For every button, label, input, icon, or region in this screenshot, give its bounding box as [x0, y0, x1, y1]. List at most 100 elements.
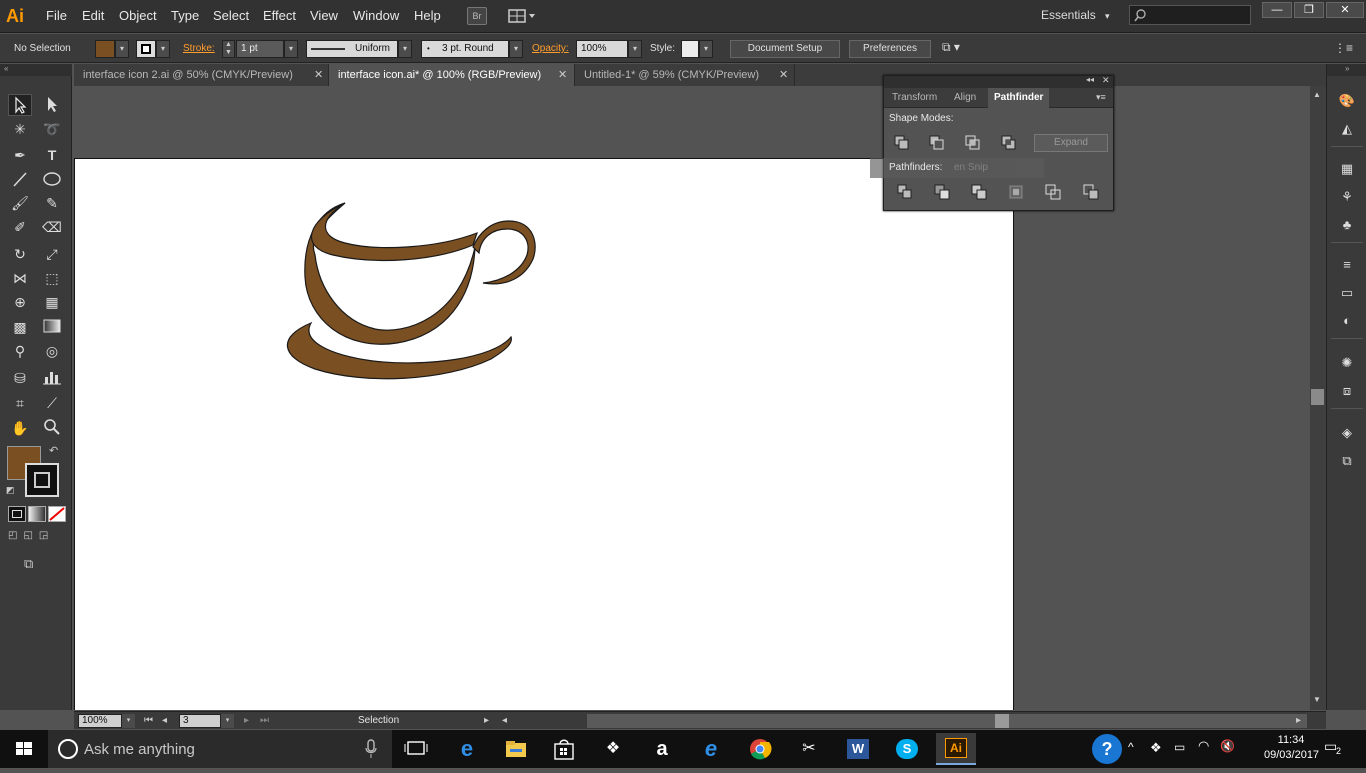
shape-builder-tool-icon[interactable]: ⊕: [8, 291, 32, 313]
stroke-weight-stepper[interactable]: ▲ ▼: [222, 40, 235, 58]
eraser-tool-icon[interactable]: ⌫: [40, 216, 64, 238]
bridge-button[interactable]: Br: [467, 7, 487, 25]
close-tab-icon[interactable]: ✕: [314, 64, 323, 86]
zoom-level-input[interactable]: 100%: [78, 714, 122, 728]
width-tool-icon[interactable]: ⋈: [8, 267, 32, 289]
file-explorer-icon[interactable]: [496, 733, 536, 765]
shaper-tool-icon[interactable]: ✐: [8, 216, 32, 238]
illustrator-taskbar-icon[interactable]: Ai: [936, 733, 976, 765]
layers-panel-icon[interactable]: ◈: [1338, 424, 1356, 442]
menu-object[interactable]: Object: [119, 8, 157, 23]
swap-fill-stroke-icon[interactable]: ↶: [49, 444, 58, 457]
cortana-search-box[interactable]: Ask me anything: [48, 730, 392, 768]
stroke-weight-dropdown[interactable]: ▾: [284, 40, 298, 58]
slice-tool-icon[interactable]: ⟋: [40, 392, 64, 414]
menu-window[interactable]: Window: [353, 8, 399, 23]
internet-explorer-icon[interactable]: e: [691, 733, 731, 765]
stroke-color-swatch[interactable]: [25, 463, 59, 497]
menu-edit[interactable]: Edit: [82, 8, 104, 23]
opacity-dropdown[interactable]: ▾: [628, 40, 642, 58]
drawing-modes-icon[interactable]: ◰◱◲: [8, 530, 66, 546]
tab-untitled-1[interactable]: Untitled-1* @ 59% (CMYK/Preview) ✕: [575, 64, 795, 86]
wifi-icon[interactable]: ◠: [1198, 738, 1209, 754]
eyedropper-tool-icon[interactable]: ⚲: [8, 340, 32, 362]
artboard-tool-icon[interactable]: ⌗: [8, 392, 32, 414]
exclude-icon[interactable]: [1001, 135, 1017, 151]
arrange-documents-button[interactable]: [507, 7, 537, 25]
arrange-icon[interactable]: ⧉ ▾: [942, 40, 974, 58]
rotate-tool-icon[interactable]: ↻: [8, 243, 32, 265]
direct-selection-tool-icon[interactable]: [40, 94, 64, 116]
show-hidden-icons-icon[interactable]: ^: [1128, 740, 1134, 754]
vertical-scrollbar[interactable]: ▲ ▼: [1310, 86, 1326, 710]
artboard[interactable]: [74, 158, 1014, 710]
fill-dropdown[interactable]: ▾: [115, 40, 129, 58]
divide-icon[interactable]: [897, 184, 913, 200]
dropbox-icon[interactable]: ❖: [593, 733, 633, 765]
volume-muted-icon[interactable]: 🔇: [1220, 739, 1235, 753]
tab-interface-icon[interactable]: interface icon.ai* @ 100% (RGB/Preview) …: [329, 64, 575, 86]
vertical-scroll-thumb[interactable]: [1311, 389, 1324, 405]
transparency-panel-icon[interactable]: ◐: [1338, 312, 1356, 330]
mesh-tool-icon[interactable]: ▩: [8, 316, 32, 338]
color-guide-icon[interactable]: ◭: [1338, 120, 1356, 138]
profile-dropdown[interactable]: ▾: [398, 40, 412, 58]
ellipse-tool-icon[interactable]: [40, 169, 64, 191]
scroll-right-icon[interactable]: ▸: [1296, 715, 1301, 726]
symbol-sprayer-tool-icon[interactable]: ⛁: [8, 367, 32, 389]
tools-collapse-icon[interactable]: «: [0, 64, 72, 76]
free-transform-tool-icon[interactable]: ⬚: [40, 267, 64, 289]
menu-type[interactable]: Type: [171, 8, 199, 23]
pencil-tool-icon[interactable]: ✎: [40, 192, 64, 214]
swatches-panel-icon[interactable]: ▦: [1338, 160, 1356, 178]
tab-transform[interactable]: Transform: [886, 88, 943, 108]
first-artboard-icon[interactable]: ⏮: [144, 715, 153, 726]
symbols-panel-icon[interactable]: ♣: [1338, 216, 1356, 234]
scroll-down-icon[interactable]: ▼: [1313, 695, 1321, 704]
menu-view[interactable]: View: [310, 8, 338, 23]
word-icon[interactable]: W: [838, 733, 878, 765]
minimize-button[interactable]: —: [1262, 2, 1292, 18]
amazon-icon[interactable]: a: [642, 733, 682, 765]
panel-header[interactable]: ◂◂ ✕: [884, 75, 1113, 88]
edge-browser-icon[interactable]: e: [447, 733, 487, 765]
previous-artboard-icon[interactable]: ◂: [162, 715, 167, 726]
variable-width-profile[interactable]: Uniform: [306, 40, 398, 58]
none-mode-icon[interactable]: [48, 506, 66, 522]
artboard-number-input[interactable]: 3: [179, 714, 221, 728]
preferences-button[interactable]: Preferences: [849, 40, 931, 58]
unite-icon[interactable]: [894, 135, 910, 151]
line-segment-tool-icon[interactable]: [8, 169, 32, 191]
artboard-dropdown[interactable]: ▾: [221, 714, 234, 728]
hand-tool-icon[interactable]: ✋: [8, 417, 32, 439]
merge-icon[interactable]: [971, 184, 987, 200]
blend-tool-icon[interactable]: ◎: [40, 340, 64, 362]
zoom-dropdown[interactable]: ▾: [122, 714, 135, 728]
scale-tool-icon[interactable]: ⤢: [40, 243, 64, 265]
document-setup-button[interactable]: Document Setup: [730, 40, 840, 58]
stroke-weight-input[interactable]: 1 pt: [236, 40, 284, 58]
graphic-styles-panel-icon[interactable]: ⧈: [1338, 382, 1356, 400]
brushes-panel-icon[interactable]: ⚘: [1338, 188, 1356, 206]
perspective-grid-tool-icon[interactable]: ▦: [40, 291, 64, 313]
last-artboard-icon[interactable]: ⏭: [260, 715, 269, 726]
intersect-icon[interactable]: [965, 135, 981, 151]
gradient-mode-icon[interactable]: [28, 506, 46, 522]
close-window-button[interactable]: ✕: [1326, 2, 1364, 18]
tab-align[interactable]: Align: [948, 88, 982, 108]
tab-pathfinder[interactable]: Pathfinder: [988, 88, 1050, 108]
paintbrush-tool-icon[interactable]: 🖌: [8, 192, 32, 214]
collapse-panel-icon[interactable]: ◂◂: [1086, 75, 1094, 84]
zoom-tool-icon[interactable]: [40, 417, 64, 439]
clock[interactable]: 11:34 09/03/2017: [1264, 733, 1319, 763]
fill-swatch[interactable]: [95, 40, 115, 58]
status-menu-icon[interactable]: ▸: [484, 715, 489, 726]
stroke-label[interactable]: Stroke:: [183, 43, 215, 54]
brush-definition[interactable]: • 3 pt. Round: [421, 40, 509, 58]
column-graph-tool-icon[interactable]: [40, 367, 64, 389]
magic-wand-tool-icon[interactable]: ✳: [8, 118, 32, 140]
stroke-dropdown[interactable]: ▾: [156, 40, 170, 58]
close-tab-icon[interactable]: ✕: [558, 64, 567, 86]
panel-menu-icon[interactable]: ⋮≡: [1334, 41, 1353, 57]
minus-back-icon[interactable]: [1083, 184, 1099, 200]
